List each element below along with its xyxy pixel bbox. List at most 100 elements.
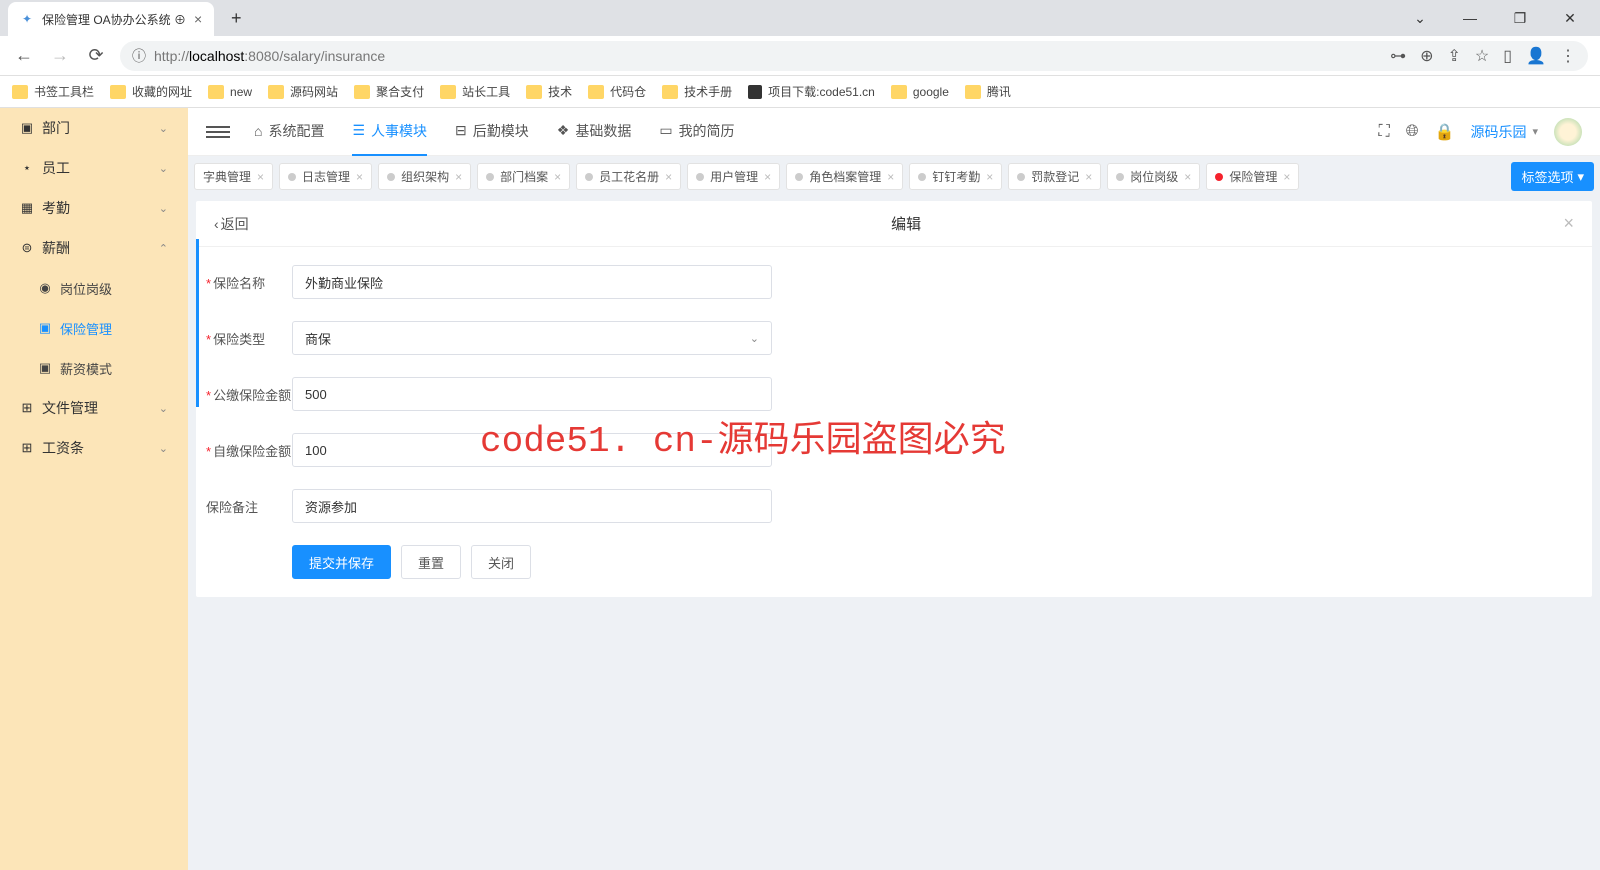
dot-icon bbox=[918, 173, 926, 181]
avatar[interactable] bbox=[1554, 118, 1582, 146]
tag-options-button[interactable]: 标签选项▾ bbox=[1511, 162, 1594, 191]
remark-input[interactable] bbox=[292, 489, 772, 523]
close-button[interactable]: 关闭 bbox=[471, 545, 531, 579]
user-dropdown[interactable]: 源码乐园▾ bbox=[1470, 122, 1538, 142]
bookmark-item[interactable]: google bbox=[891, 85, 949, 99]
window-close-button[interactable]: ✕ bbox=[1548, 3, 1592, 33]
folder-icon bbox=[440, 85, 456, 99]
page-tab[interactable]: 罚款登记× bbox=[1008, 163, 1101, 190]
maximize-button[interactable]: ❐ bbox=[1498, 3, 1542, 33]
close-icon[interactable]: × bbox=[1563, 213, 1574, 234]
sidebar-item-attendance[interactable]: ▦考勤⌄ bbox=[0, 188, 188, 228]
bookmark-item[interactable]: 站长工具 bbox=[440, 83, 510, 100]
self-amount-label: *自缴保险金额 bbox=[206, 433, 292, 460]
close-icon[interactable]: × bbox=[1184, 170, 1191, 184]
bookmark-item[interactable]: 源码网站 bbox=[268, 83, 338, 100]
panel-icon[interactable]: ▯ bbox=[1503, 46, 1512, 66]
chevron-down-icon: ⌄ bbox=[159, 402, 168, 415]
bookmark-item[interactable]: 腾讯 bbox=[965, 83, 1011, 100]
back-button[interactable]: ← bbox=[12, 44, 36, 68]
page-tab[interactable]: 钉钉考勤× bbox=[909, 163, 1002, 190]
topnav-logistics[interactable]: ⊟后勤模块 bbox=[455, 108, 529, 156]
sidebar-item-files[interactable]: ⊞文件管理⌄ bbox=[0, 388, 188, 428]
submit-button[interactable]: 提交并保存 bbox=[292, 545, 391, 579]
dot-icon bbox=[1215, 173, 1223, 181]
base-icon: ❖ bbox=[557, 122, 570, 139]
bookmark-item[interactable]: 项目下载:code51.cn bbox=[748, 83, 875, 100]
dot-icon bbox=[486, 173, 494, 181]
sidebar-sub-insurance[interactable]: ▣保险管理 bbox=[38, 308, 188, 348]
bookmark-item[interactable]: 聚合支付 bbox=[354, 83, 424, 100]
close-icon[interactable]: × bbox=[887, 170, 894, 184]
close-icon[interactable]: × bbox=[257, 170, 264, 184]
close-icon[interactable]: × bbox=[986, 170, 993, 184]
close-icon[interactable]: × bbox=[356, 170, 363, 184]
close-icon[interactable]: × bbox=[764, 170, 771, 184]
reset-button[interactable]: 重置 bbox=[401, 545, 461, 579]
bookmark-item[interactable]: 代码仓 bbox=[588, 83, 646, 100]
close-icon[interactable]: × bbox=[194, 11, 202, 27]
chevron-down-icon[interactable]: ⌄ bbox=[1398, 3, 1442, 33]
sidebar-item-dept[interactable]: ▣部门⌄ bbox=[0, 108, 188, 148]
folder-icon bbox=[110, 85, 126, 99]
page-tab[interactable]: 字典管理× bbox=[194, 163, 273, 190]
folder-icon bbox=[965, 85, 981, 99]
back-link[interactable]: ‹返回 bbox=[214, 214, 249, 234]
new-tab-button[interactable]: + bbox=[222, 4, 250, 32]
bookmarks-bar: 书签工具栏 收藏的网址 new 源码网站 聚合支付 站长工具 技术 代码仓 技术… bbox=[0, 76, 1600, 108]
sidebar-item-salary[interactable]: ⊜薪酬⌃ bbox=[0, 228, 188, 268]
page-tab[interactable]: 角色档案管理× bbox=[786, 163, 903, 190]
chevron-down-icon: ⌄ bbox=[159, 202, 168, 215]
insurance-type-select[interactable]: 商保⌄ bbox=[292, 321, 772, 355]
page-tab[interactable]: 日志管理× bbox=[279, 163, 372, 190]
search-icon[interactable]: ⊕ bbox=[1420, 46, 1433, 66]
bookmark-item[interactable]: 书签工具栏 bbox=[12, 83, 94, 100]
page-tab[interactable]: 岗位岗级× bbox=[1107, 163, 1200, 190]
self-amount-input[interactable] bbox=[292, 433, 772, 467]
close-icon[interactable]: × bbox=[665, 170, 672, 184]
insurance-name-input[interactable] bbox=[292, 265, 772, 299]
share-icon[interactable]: ⇪ bbox=[1448, 46, 1461, 66]
forward-button[interactable]: → bbox=[48, 44, 72, 68]
topnav-base[interactable]: ❖基础数据 bbox=[557, 108, 632, 156]
sidebar-item-staff[interactable]: ⋆员工⌄ bbox=[0, 148, 188, 188]
close-icon[interactable]: × bbox=[554, 170, 561, 184]
sidebar: ▣部门⌄ ⋆员工⌄ ▦考勤⌄ ⊜薪酬⌃ ◉岗位岗级 ▣保险管理 ▣薪资模式 ⊞文… bbox=[0, 108, 188, 870]
sidebar-item-payslip[interactable]: ⊞工资条⌄ bbox=[0, 428, 188, 468]
browser-tab[interactable]: ✦ 保险管理 OA协办公系统 ⊕ × bbox=[8, 2, 214, 36]
page-tab[interactable]: 部门档案× bbox=[477, 163, 570, 190]
bookmark-item[interactable]: 技术 bbox=[526, 83, 572, 100]
bookmark-item[interactable]: new bbox=[208, 85, 252, 99]
bookmark-item[interactable]: 收藏的网址 bbox=[110, 83, 192, 100]
close-icon[interactable]: × bbox=[1085, 170, 1092, 184]
sidebar-sub-post[interactable]: ◉岗位岗级 bbox=[38, 268, 188, 308]
profile-icon[interactable]: 👤 bbox=[1526, 46, 1546, 66]
reload-button[interactable]: ⟳ bbox=[84, 44, 108, 68]
dot-icon bbox=[288, 173, 296, 181]
topnav-resume[interactable]: ▭我的简历 bbox=[659, 108, 734, 156]
sidebar-sub-salary-mode[interactable]: ▣薪资模式 bbox=[38, 348, 188, 388]
page-tab[interactable]: 组织架构× bbox=[378, 163, 471, 190]
mode-icon: ▣ bbox=[38, 361, 52, 375]
topnav-system[interactable]: ⌂系统配置 bbox=[254, 108, 324, 156]
page-tab[interactable]: 用户管理× bbox=[687, 163, 780, 190]
globe-icon[interactable]: 🌐︎ bbox=[1406, 123, 1419, 141]
hamburger-icon[interactable] bbox=[206, 120, 230, 144]
close-icon[interactable]: × bbox=[1283, 170, 1290, 184]
key-icon[interactable]: ⊶ bbox=[1390, 46, 1406, 66]
lock-icon[interactable]: 🔒 bbox=[1435, 122, 1455, 142]
folder-icon bbox=[662, 85, 678, 99]
url-bar[interactable]: ⓘ http://localhost:8080/salary/insurance… bbox=[120, 41, 1588, 71]
page-tab[interactable]: 员工花名册× bbox=[576, 163, 681, 190]
bookmark-item[interactable]: 技术手册 bbox=[662, 83, 732, 100]
info-icon: ⓘ bbox=[132, 46, 146, 66]
minimize-button[interactable]: — bbox=[1448, 3, 1492, 33]
star-icon[interactable]: ☆ bbox=[1475, 46, 1489, 66]
menu-icon[interactable]: ⋮ bbox=[1560, 46, 1576, 66]
topnav-hr[interactable]: ☰人事模块 bbox=[352, 108, 427, 156]
fullscreen-icon[interactable]: ⛶ bbox=[1379, 123, 1390, 141]
company-amount-input[interactable] bbox=[292, 377, 772, 411]
page-tab-active[interactable]: 保险管理× bbox=[1206, 163, 1299, 190]
close-icon[interactable]: × bbox=[455, 170, 462, 184]
folder-icon bbox=[12, 85, 28, 99]
